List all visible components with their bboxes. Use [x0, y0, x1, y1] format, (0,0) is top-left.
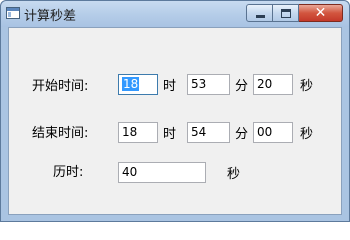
- end-time-label: 结束时间:: [32, 126, 89, 141]
- start-hour-input[interactable]: 18: [118, 74, 158, 95]
- start-time-label: 开始时间:: [32, 79, 89, 94]
- close-button[interactable]: ✕: [299, 4, 343, 22]
- start-hour-unit: 时: [163, 79, 177, 94]
- end-minute-unit: 分: [235, 127, 249, 142]
- window-app-icon[interactable]: [6, 7, 20, 19]
- start-second-input[interactable]: 20: [253, 74, 293, 95]
- start-second-unit: 秒: [300, 79, 314, 94]
- maximize-button[interactable]: [273, 4, 299, 22]
- end-hour-input[interactable]: 18: [118, 122, 158, 143]
- start-minute-input[interactable]: 53: [187, 74, 230, 95]
- caption-buttons: ✕: [246, 4, 343, 22]
- end-second-input[interactable]: 00: [253, 122, 293, 143]
- window-title: 计算秒差: [24, 9, 77, 24]
- close-icon: ✕: [314, 5, 327, 21]
- duration-unit: 秒: [227, 167, 241, 182]
- minimize-button[interactable]: [246, 4, 273, 22]
- client-area: 开始时间: 18 时 53 分 20 秒 结束时间: 18 时 54 分 00 …: [8, 27, 342, 215]
- maximize-icon: [281, 9, 291, 18]
- app-window: 计算秒差 ✕ 开始时间: 18 时 53 分 20 秒 结束时间: 18 时 5…: [0, 0, 350, 222]
- start-hour-value: 18: [122, 77, 140, 91]
- end-second-unit: 秒: [300, 127, 314, 142]
- duration-input[interactable]: 40: [118, 162, 206, 183]
- duration-label: 历时:: [53, 165, 84, 180]
- title-bar[interactable]: 计算秒差 ✕: [1, 1, 349, 27]
- end-minute-input[interactable]: 54: [187, 122, 230, 143]
- minimize-icon: [256, 15, 265, 18]
- end-hour-unit: 时: [163, 127, 177, 142]
- start-minute-unit: 分: [235, 79, 249, 94]
